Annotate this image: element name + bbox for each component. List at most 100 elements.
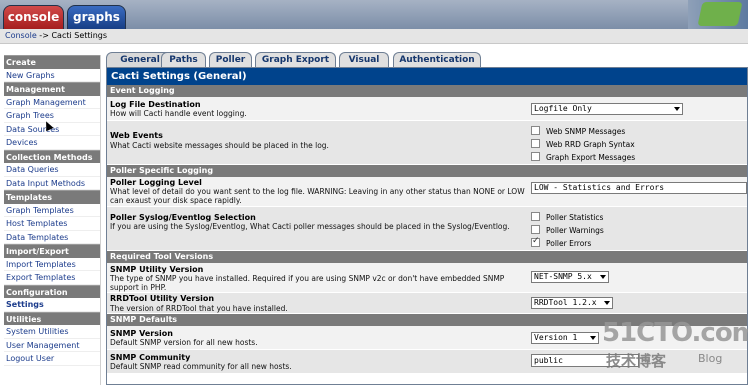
tab-poller[interactable]: Poller [209, 52, 252, 68]
web-events-options: Web SNMP Messages Web RRD Graph Syntax Gra… [531, 125, 691, 164]
setting-snmp-community: SNMP Community Default SNMP read communi… [107, 350, 747, 374]
cacti-logo-icon [697, 2, 743, 26]
sidebar-item-graph-management[interactable]: Graph Management [4, 95, 100, 109]
tab-authentication[interactable]: Authentication [393, 52, 481, 68]
setting-web-events: Web Events What Cacti website messages s… [107, 121, 747, 165]
sidebar-item-data-input-methods[interactable]: Data Input Methods [4, 176, 100, 190]
section-poller-logging: Poller Specific Logging [107, 165, 747, 177]
sidebar-item-graph-trees[interactable]: Graph Trees [4, 109, 100, 123]
sidebar-heading-import-export: Import/Export [4, 244, 100, 258]
setting-log-file-destination: Log File Destination How will Cacti hand… [107, 97, 747, 121]
setting-description: Default SNMP read community for all new … [110, 362, 292, 371]
setting-rrdtool-version: RRDTool Utility Version The version of R… [107, 293, 747, 314]
setting-label: Log File Destination [110, 100, 201, 109]
checkbox-label: Web SNMP Messages [546, 127, 626, 136]
chevron-down-icon [604, 301, 610, 305]
section-required-tool-versions: Required Tool Versions [107, 251, 747, 263]
top-navigation-bar: console graphs [0, 0, 748, 29]
page-title: Cacti Settings (General) [107, 68, 747, 85]
setting-snmp-version: SNMP Version Default SNMP version for al… [107, 326, 747, 350]
poller-statistics-checkbox[interactable] [531, 212, 540, 221]
setting-description: If you are using the Syslog/Eventlog, Wh… [110, 222, 510, 231]
setting-description: What Cacti website messages should be pl… [110, 141, 329, 150]
section-event-logging: Event Logging [107, 85, 747, 97]
sidebar-item-settings[interactable]: Settings [4, 298, 100, 312]
sidebar-menu: Create New Graphs Management Graph Manageme… [4, 55, 100, 366]
checkbox-label: Poller Statistics [546, 213, 604, 222]
setting-label: SNMP Community [110, 353, 191, 362]
snmp-community-input[interactable]: public [531, 354, 639, 367]
sidebar-item-import-templates[interactable]: Import Templates [4, 257, 100, 271]
setting-snmp-utility-version: SNMP Utility Version The type of SNMP yo… [107, 263, 747, 293]
snmp-utility-version-select[interactable]: NET-SNMP 5.x [531, 271, 609, 283]
sidebar-heading-management: Management [4, 82, 100, 96]
tab-visual[interactable]: Visual [339, 52, 389, 68]
sidebar-item-devices[interactable]: Devices [4, 136, 100, 150]
breadcrumb-current: Cacti Settings [51, 31, 108, 40]
select-value: Version 1 [534, 333, 578, 342]
sidebar-item-host-templates[interactable]: Host Templates [4, 217, 100, 231]
section-snmp-defaults: SNMP Defaults [107, 314, 747, 326]
setting-label: Poller Logging Level [110, 178, 202, 187]
setting-label: RRDTool Utility Version [110, 294, 215, 303]
sidebar-item-data-queries[interactable]: Data Queries [4, 163, 100, 177]
select-value: NET-SNMP 5.x [534, 272, 592, 281]
breadcrumb-console-link[interactable]: Console [5, 31, 37, 40]
poller-syslog-options: Poller Statistics Poller Warnings Poller E… [531, 211, 691, 250]
checkbox-label: Poller Warnings [546, 226, 604, 235]
tab-graph-export[interactable]: Graph Export [255, 52, 336, 68]
checkbox-option: Poller Statistics [531, 211, 691, 224]
sidebar-item-user-management[interactable]: User Management [4, 338, 100, 352]
breadcrumb-bar: Console -> Cacti Settings [0, 29, 748, 44]
poller-logging-level-select[interactable]: LOW - Statistics and Errors [531, 182, 747, 194]
header-logo-area [688, 0, 748, 29]
sidebar-heading-create: Create [4, 55, 100, 69]
poller-errors-checkbox[interactable] [531, 236, 540, 247]
setting-label: Poller Syslog/Eventlog Selection [110, 213, 256, 222]
sidebar-heading-configuration: Configuration [4, 284, 100, 298]
sidebar-heading-templates: Templates [4, 190, 100, 204]
breadcrumb-separator: -> [36, 31, 52, 40]
log-file-destination-select[interactable]: Logfile Only [531, 103, 683, 115]
sidebar-item-logout-user[interactable]: Logout User [4, 352, 100, 366]
setting-label: Web Events [110, 131, 163, 140]
snmp-version-select[interactable]: Version 1 [531, 332, 599, 344]
setting-description: The type of SNMP you have installed. Req… [110, 274, 505, 292]
checkbox-label: Web RRD Graph Syntax [546, 140, 635, 149]
checkbox-option: Poller Warnings [531, 224, 691, 237]
checkbox-option: Web SNMP Messages [531, 125, 691, 138]
setting-poller-logging-level: Poller Logging Level What level of detai… [107, 177, 747, 207]
poller-warnings-checkbox[interactable] [531, 225, 540, 234]
setting-label: SNMP Utility Version [110, 265, 204, 274]
sidebar-heading-utilities: Utilities [4, 311, 100, 325]
setting-poller-syslog: Poller Syslog/Eventlog Selection If you … [107, 207, 747, 251]
web-snmp-messages-checkbox[interactable] [531, 126, 540, 135]
select-value: LOW - Statistics and Errors [534, 183, 665, 192]
sidebar-heading-collection-methods: Collection Methods [4, 149, 100, 163]
sidebar-item-system-utilities[interactable]: System Utilities [4, 325, 100, 339]
checkbox-option: Web RRD Graph Syntax [531, 138, 691, 151]
sidebar-divider [100, 55, 101, 385]
chevron-down-icon [600, 275, 606, 279]
sidebar-item-export-templates[interactable]: Export Templates [4, 271, 100, 285]
checkbox-option: Graph Export Messages [531, 151, 691, 164]
select-value: RRDTool 1.2.x [534, 298, 597, 307]
setting-description: What level of detail do you want sent to… [110, 187, 525, 205]
sidebar-item-new-graphs[interactable]: New Graphs [4, 68, 100, 82]
graph-export-messages-checkbox[interactable] [531, 152, 540, 161]
checkbox-label: Poller Errors [546, 239, 592, 248]
console-tab[interactable]: console [3, 5, 64, 29]
checkbox-option: Poller Errors [531, 236, 691, 250]
rrdtool-version-select[interactable]: RRDTool 1.2.x [531, 297, 613, 309]
chevron-down-icon [590, 336, 596, 340]
chevron-down-icon [674, 107, 680, 111]
sidebar-item-graph-templates[interactable]: Graph Templates [4, 203, 100, 217]
tab-paths[interactable]: Paths [161, 52, 206, 68]
web-rrd-graph-syntax-checkbox[interactable] [531, 139, 540, 148]
graphs-tab[interactable]: graphs [67, 5, 126, 29]
sidebar-item-data-templates[interactable]: Data Templates [4, 230, 100, 244]
breadcrumb: Console -> Cacti Settings [5, 31, 107, 40]
setting-description: How will Cacti handle event logging. [110, 109, 247, 118]
input-value: public [534, 356, 563, 365]
setting-description: The version of RRDTool that you have ins… [110, 304, 288, 313]
